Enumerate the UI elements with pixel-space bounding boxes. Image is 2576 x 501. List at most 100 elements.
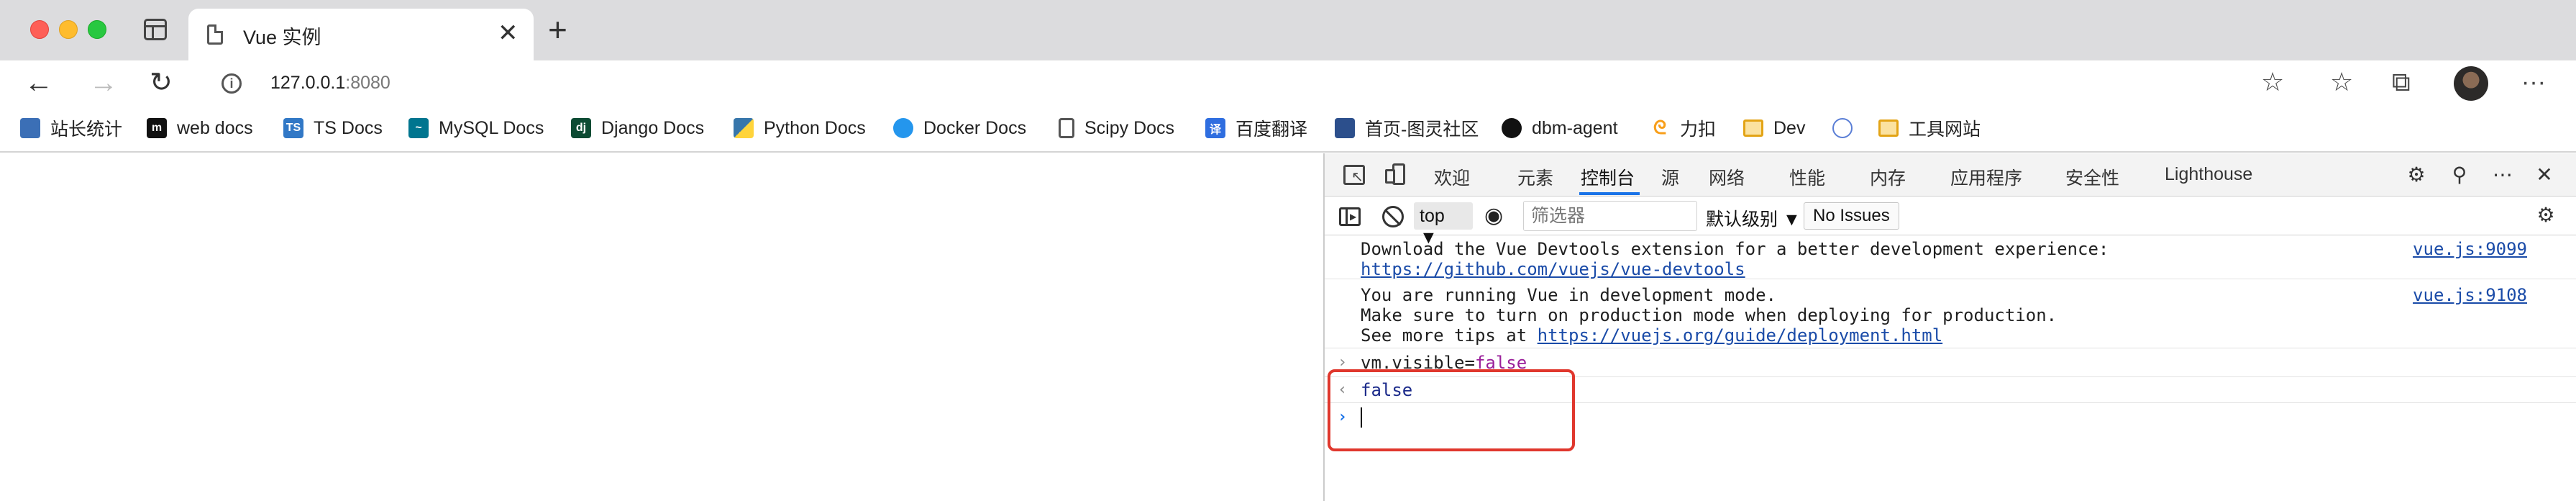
- tab-application[interactable]: 应用程序: [1950, 164, 2022, 190]
- mdn-icon: m: [147, 118, 167, 138]
- reload-icon[interactable]: ↻: [150, 65, 173, 101]
- context-selector[interactable]: top ▼: [1414, 202, 1473, 248]
- tab-actions-icon[interactable]: [144, 19, 167, 40]
- tab-lighthouse[interactable]: Lighthouse: [2165, 164, 2252, 185]
- bookmark-label: Scipy Docs: [1084, 117, 1175, 138]
- tab-console[interactable]: 控制台: [1581, 164, 1635, 190]
- page-icon: [207, 24, 223, 45]
- ts-icon: TS: [283, 118, 303, 138]
- bookmark-label: Docker Docs: [923, 117, 1027, 138]
- collections-icon[interactable]: ⧉: [2392, 68, 2411, 96]
- url-host: 127.0.0.1: [270, 73, 346, 93]
- bookmark-item[interactable]: Scipy Docs: [1059, 115, 1174, 141]
- bookmark-item[interactable]: dbm-agent: [1502, 115, 1618, 141]
- folder-icon: [1878, 119, 1899, 137]
- bookmark-label: TS Docs: [314, 117, 383, 138]
- bookmark-item[interactable]: 译 百度翻译: [1205, 115, 1307, 141]
- tab-network[interactable]: 网络: [1709, 164, 1745, 190]
- back-icon[interactable]: ←: [24, 65, 53, 101]
- bookmark-item[interactable]: m web docs: [147, 115, 253, 141]
- filter-input[interactable]: 筛选器: [1523, 201, 1697, 231]
- settings-icon[interactable]: ⚙: [2405, 163, 2428, 186]
- bookmark-item[interactable]: 站长统计: [20, 115, 122, 141]
- leetcode-icon: ᘓ: [1650, 117, 1670, 138]
- new-tab-button[interactable]: +: [548, 13, 567, 46]
- log-levels-dropdown[interactable]: 默认级别 ▼: [1706, 205, 1801, 231]
- forward-icon[interactable]: →: [89, 65, 118, 101]
- console-toolbar: top ▼ ◉ 筛选器 默认级别 ▼ No Issues ⚙: [1325, 197, 2576, 248]
- docker-icon: [893, 118, 913, 138]
- devtools-link[interactable]: https://github.com/vuejs/vue-devtools: [1361, 259, 1745, 279]
- tab-elements[interactable]: 元素: [1517, 164, 1553, 190]
- tab-sources[interactable]: 源: [1661, 164, 1679, 190]
- github-icon: [1502, 118, 1522, 138]
- folder-icon: [1743, 119, 1763, 137]
- tab-strip: Vue 实例 ✕ +: [0, 0, 2576, 60]
- bookmark-item[interactable]: TS TS Docs: [283, 115, 383, 141]
- console-sidebar-icon[interactable]: [1339, 207, 1361, 226]
- active-tab-indicator: [1579, 192, 1640, 195]
- bookmark-folder[interactable]: Dev: [1743, 115, 1805, 141]
- turing-icon: [1335, 118, 1355, 138]
- page-icon: [1059, 118, 1074, 138]
- django-icon: dj: [571, 118, 591, 138]
- page-viewport[interactable]: [0, 153, 1323, 501]
- bookmark-label: 首页-图灵社区: [1365, 119, 1479, 140]
- bookmark-item[interactable]: ᘓ 力扣: [1650, 115, 1716, 141]
- url-port: :8080: [345, 73, 390, 93]
- bookmark-item[interactable]: [1832, 115, 1863, 141]
- tab-memory[interactable]: 内存: [1870, 164, 1906, 190]
- bookmark-label: dbm-agent: [1532, 117, 1618, 138]
- console-settings-icon[interactable]: ⚙: [2534, 204, 2557, 227]
- issues-button[interactable]: No Issues: [1804, 202, 1899, 230]
- tab-close-icon[interactable]: ✕: [498, 19, 519, 48]
- device-emulation-icon[interactable]: [1385, 163, 1408, 186]
- devtools-tab-bar: 欢迎 元素 控制台 源 网络 性能 内存 应用程序 安全性 Lighthouse…: [1325, 153, 2576, 197]
- console-output[interactable]: Download the Vue Devtools extension for …: [1325, 236, 2576, 501]
- bookmark-label: Dev: [1773, 117, 1806, 138]
- console-message: You are running Vue in development mode.…: [1325, 279, 2576, 348]
- clear-console-icon[interactable]: [1382, 206, 1404, 227]
- add-favorite-icon[interactable]: ☆: [2261, 68, 2284, 96]
- more-menu-icon[interactable]: ···: [2521, 68, 2546, 96]
- app-icon: [1832, 118, 1853, 138]
- message-text: Download the Vue Devtools extension for …: [1361, 239, 2109, 259]
- tab-security[interactable]: 安全性: [2065, 164, 2119, 190]
- close-window-button[interactable]: [30, 20, 49, 39]
- bookmark-item[interactable]: ~ MySQL Docs: [408, 115, 544, 141]
- inspect-element-icon[interactable]: [1343, 165, 1365, 185]
- bookmark-label: Python Docs: [764, 117, 866, 138]
- source-link[interactable]: vue.js:9108: [2413, 285, 2527, 305]
- python-icon: [734, 118, 754, 138]
- browser-tab[interactable]: Vue 实例 ✕: [188, 9, 534, 60]
- live-expression-eye-icon[interactable]: ◉: [1484, 205, 1509, 227]
- annotation-highlight: [1328, 369, 1575, 451]
- bookmark-label: MySQL Docs: [439, 117, 544, 138]
- console-message: Download the Vue Devtools extension for …: [1325, 236, 2576, 279]
- tab-welcome[interactable]: 欢迎: [1434, 164, 1470, 190]
- message-text: See more tips at https://vuejs.org/guide…: [1361, 325, 1942, 346]
- navigation-bar: ← → ↻ i 127.0.0.1:8080 ☆ ☆ ⧉ ···: [0, 60, 2576, 105]
- bookmark-item[interactable]: 首页-图灵社区: [1335, 115, 1479, 141]
- close-devtools-icon[interactable]: ✕: [2533, 163, 2556, 186]
- avatar[interactable]: [2454, 66, 2488, 101]
- deployment-link[interactable]: https://vuejs.org/guide/deployment.html: [1538, 325, 1943, 346]
- minimize-window-button[interactable]: [59, 20, 78, 39]
- address-bar[interactable]: i 127.0.0.1:8080: [207, 63, 2293, 104]
- favorites-icon[interactable]: ☆: [2330, 68, 2353, 96]
- url-text[interactable]: 127.0.0.1:8080: [270, 73, 390, 94]
- maximize-window-button[interactable]: [88, 20, 106, 39]
- translate-icon: 译: [1205, 118, 1225, 138]
- bookmark-label: 力扣: [1680, 119, 1717, 140]
- bookmark-item[interactable]: Docker Docs: [893, 115, 1026, 141]
- more-options-icon[interactable]: ⋯: [2491, 163, 2514, 186]
- bookmark-label: 工具网站: [1909, 119, 1981, 140]
- bookmark-item[interactable]: Python Docs: [734, 115, 866, 141]
- site-info-icon[interactable]: i: [221, 73, 242, 94]
- source-link[interactable]: vue.js:9099: [2413, 239, 2527, 259]
- message-prefix: See more tips at: [1361, 325, 1538, 346]
- customize-icon[interactable]: ⚲: [2448, 163, 2471, 186]
- bookmark-item[interactable]: dj Django Docs: [571, 115, 704, 141]
- bookmark-folder[interactable]: 工具网站: [1878, 115, 1981, 141]
- tab-performance[interactable]: 性能: [1789, 164, 1825, 190]
